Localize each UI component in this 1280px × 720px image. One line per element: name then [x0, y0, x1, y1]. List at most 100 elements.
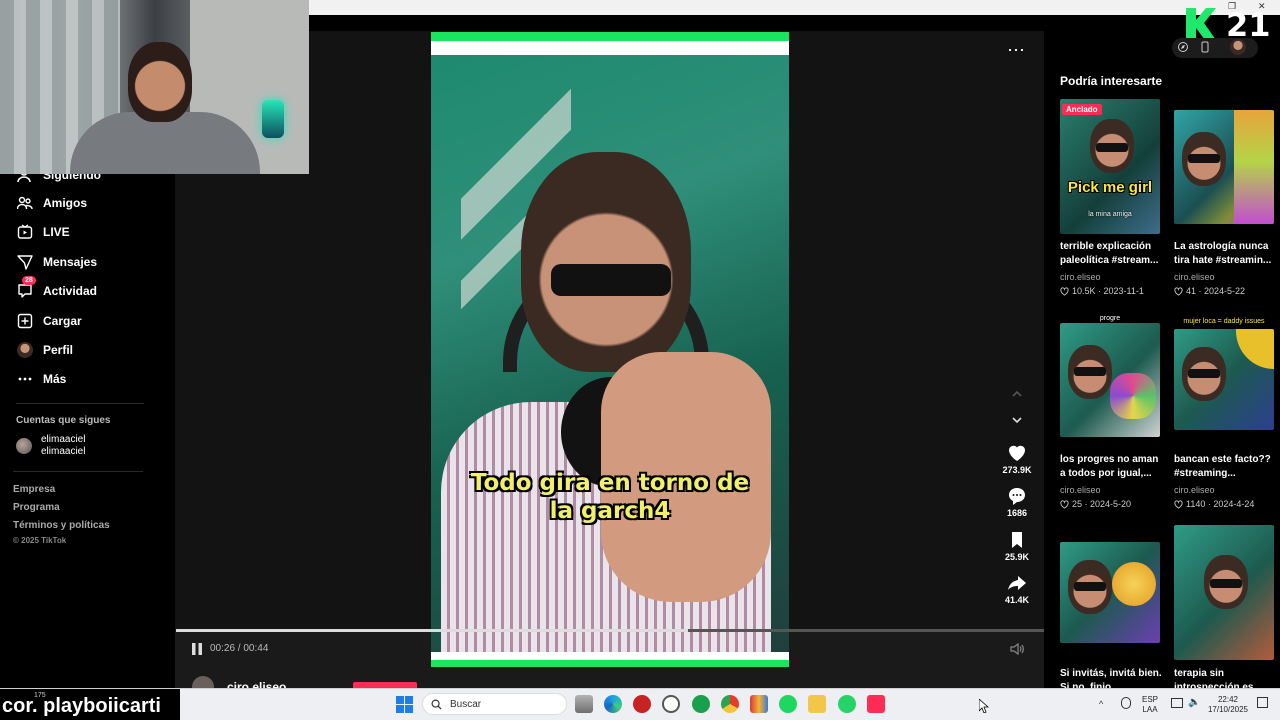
comment-count: 1686 [1006, 508, 1028, 518]
thumbnail-tag: progre [1099, 315, 1121, 322]
footer-link-terms[interactable]: Términos y políticas [13, 520, 110, 531]
sidebar-item-messages[interactable]: Mensajes [16, 251, 97, 273]
sidebar-item-label: Mensajes [43, 255, 98, 269]
pause-icon[interactable] [190, 642, 204, 656]
language-line: LAA [1142, 705, 1158, 714]
webcam-person-head [128, 42, 192, 122]
spotify-icon[interactable] [779, 695, 797, 713]
heart-outline-icon [1174, 499, 1183, 509]
close-icon[interactable]: ✕ [1258, 1, 1266, 12]
video-white-bar [431, 652, 789, 660]
sidebar-item-label: Cargar [43, 314, 82, 328]
ticker-text: cor. playboiicarti [2, 695, 161, 717]
footer-link-program[interactable]: Programa [13, 502, 60, 513]
recommendation-likes: 25 [1072, 499, 1083, 509]
thumbnail-sunglasses [1074, 582, 1106, 591]
video-progress-fill [176, 629, 689, 632]
recommendation-title[interactable]: terapia sin introspección es... [1174, 667, 1278, 688]
comment-button[interactable]: 1686 [998, 486, 1036, 518]
followed-display-name: elimaaciel [41, 434, 86, 445]
winrar-icon[interactable] [750, 695, 768, 713]
tiktok-icon[interactable] [867, 695, 885, 713]
recommendation-thumbnail[interactable]: Pick me girl la mina amiga [1060, 99, 1160, 234]
thumbnail-overlay-text: Pick me girl [1067, 179, 1153, 196]
recommendation-title[interactable]: bancan este facto?? #streaming... [1174, 453, 1278, 481]
recommendations-title: Podría interesarte [1060, 74, 1163, 88]
sidebar-item-label: LIVE [43, 225, 70, 239]
recommendation-title[interactable]: Si invitás, invitá bien. Si no, finjo... [1060, 667, 1164, 688]
comment-icon [1009, 488, 1025, 505]
friends-icon [16, 194, 34, 212]
whatsapp-icon[interactable] [838, 695, 856, 713]
recommendation-thumbnail[interactable] [1060, 323, 1160, 437]
video-player[interactable]: ⩓ Todo gira en torno de la garch4 [431, 32, 789, 667]
more-icon [16, 370, 34, 388]
thumbnail-colorful-object [1234, 110, 1274, 224]
edge-icon[interactable] [604, 695, 622, 713]
recommendation-author[interactable]: ciro.eliseo [1060, 272, 1101, 282]
recommendation-thumbnail[interactable] [1174, 525, 1274, 660]
chrome-icon[interactable] [721, 695, 739, 713]
recommendation-meta: 25 · 2024-5-20 [1060, 499, 1131, 509]
recommendation-author[interactable]: ciro.eliseo [1174, 485, 1215, 495]
thumbnail-colorful-object [1110, 373, 1156, 419]
obs-icon[interactable] [662, 695, 680, 713]
notifications-icon[interactable] [1257, 697, 1268, 708]
thumbnail-sunglasses [1074, 367, 1106, 376]
task-view-icon[interactable] [575, 695, 593, 713]
recommendation-likes: 1140 [1186, 499, 1206, 509]
phone-icon[interactable] [1199, 41, 1211, 53]
restore-icon[interactable]: ❐ [1228, 1, 1236, 12]
share-icon [1008, 576, 1026, 590]
webcam-microphone [262, 100, 284, 138]
followed-username: elimaaciel [41, 446, 86, 457]
speaker-icon[interactable]: 🔈 [1188, 697, 1200, 708]
sidebar-item-friends[interactable]: Amigos [16, 192, 87, 214]
heart-outline-icon [1060, 499, 1069, 509]
file-explorer-icon[interactable] [808, 695, 826, 713]
recommendation-thumbnail[interactable] [1060, 542, 1160, 643]
footer-link-company[interactable]: Empresa [13, 484, 55, 495]
next-video-icon[interactable] [1010, 413, 1024, 427]
sidebar-item-label: Actividad [43, 284, 98, 298]
video-progress-bar[interactable] [176, 629, 1044, 632]
sidebar-item-live[interactable]: LIVE [16, 221, 70, 243]
recommendation-title[interactable]: los progres no aman a todos por igual,..… [1060, 453, 1164, 481]
recommendation-thumbnail[interactable] [1174, 110, 1274, 224]
language-indicator[interactable]: ESP LAA [1142, 695, 1158, 715]
clock[interactable]: 22:42 17/10/2025 [1205, 695, 1251, 715]
thumbnail-tag: la mina amiga [1088, 211, 1132, 218]
microphone-icon[interactable] [1121, 697, 1131, 709]
sidebar-item-profile[interactable]: Perfil [16, 339, 73, 361]
sidebar-item-activity[interactable]: 28 Actividad [16, 276, 98, 302]
heart-outline-icon [1174, 286, 1183, 296]
share-button[interactable]: 41.4K [998, 573, 1036, 605]
avatar [16, 438, 32, 454]
k-logo-icon [1186, 8, 1216, 40]
recommendation-meta: 1140 · 2024-4-24 [1174, 499, 1254, 509]
compass-icon[interactable] [1177, 41, 1189, 53]
user-avatar[interactable] [1230, 39, 1246, 55]
recommendation-title[interactable]: terrible explicación paleolítica #stream… [1060, 240, 1164, 268]
recommendation-meta: 10.5K · 2023-11-1 [1060, 286, 1144, 296]
recommendation-author[interactable]: ciro.eliseo [1060, 485, 1101, 495]
xbox-icon[interactable] [692, 695, 710, 713]
sidebar-item-more[interactable]: Más [16, 368, 66, 390]
followed-account[interactable]: elimaaciel elimaaciel [16, 434, 85, 458]
screen: Siguiendo Amigos LIVE Mensajes 28 Activi… [0, 0, 1280, 720]
network-icon[interactable] [1171, 698, 1183, 708]
recommendation-title[interactable]: La astrología nunca tira hate #streamin.… [1174, 240, 1278, 268]
volume-icon[interactable] [1009, 641, 1025, 657]
more-options-button[interactable]: ⋯ [1007, 40, 1026, 61]
recommendation-author[interactable]: ciro.eliseo [1174, 272, 1215, 282]
save-button[interactable]: 25.9K [998, 530, 1036, 562]
sidebar-item-upload[interactable]: Cargar [16, 310, 82, 332]
previous-video-icon[interactable] [1010, 387, 1024, 401]
video-white-bar [431, 41, 789, 55]
recommendation-thumbnail[interactable] [1174, 329, 1274, 430]
tray-chevron-icon[interactable]: ^ [1099, 699, 1103, 709]
taskbar-search[interactable]: Buscar [422, 693, 567, 715]
like-button[interactable]: 273.9K [998, 443, 1036, 475]
app-red-icon[interactable] [633, 695, 651, 713]
windows-start-icon[interactable] [396, 696, 413, 713]
